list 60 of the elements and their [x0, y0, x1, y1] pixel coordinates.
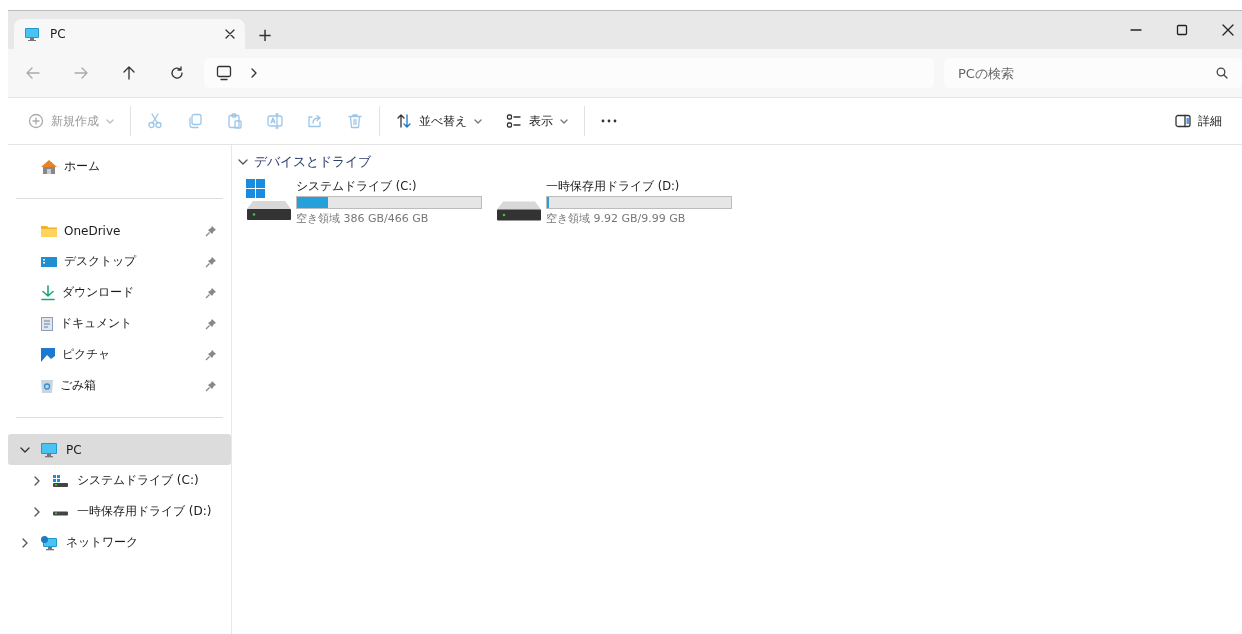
monitor-icon — [24, 26, 40, 42]
view-button[interactable]: 表示 — [494, 106, 580, 136]
recycle-bin-icon — [40, 377, 54, 394]
chevron-right-icon[interactable] — [32, 506, 42, 517]
close-icon[interactable] — [1222, 24, 1234, 36]
item-label: PC — [66, 442, 82, 457]
tab[interactable]: PC — [14, 19, 245, 49]
sidebar-item[interactable]: ドキュメント — [8, 308, 231, 339]
home-icon — [40, 158, 58, 175]
item-label: ドキュメント — [60, 315, 132, 332]
desktop-icon — [40, 255, 58, 268]
document-icon — [40, 315, 54, 332]
drive-name[interactable]: 一時保存用ドライブ (D:) — [546, 179, 732, 194]
drive-icon — [496, 200, 542, 221]
item-label: ホーム — [64, 158, 100, 175]
item-label: ごみ箱 — [60, 377, 96, 394]
chevron-right-icon[interactable] — [32, 475, 42, 486]
monitor-icon — [40, 441, 58, 458]
maximize-icon[interactable] — [1176, 24, 1188, 36]
free-space-text: 空き領域 9.92 GB/9.99 GB — [546, 211, 687, 226]
chevron-right-icon[interactable] — [20, 537, 30, 548]
panel-icon — [1175, 114, 1191, 128]
tree-item[interactable]: 一時保存用ドライブ (D:) — [8, 496, 231, 527]
sort-button[interactable]: 並べ替え — [384, 106, 494, 136]
network-icon — [40, 534, 58, 551]
details-button[interactable]: 詳細 — [1163, 106, 1234, 136]
item-label: OneDrive — [64, 223, 121, 238]
download-icon — [40, 284, 56, 301]
tree-item[interactable]: ネットワーク — [8, 527, 231, 558]
refresh-icon[interactable] — [170, 66, 184, 80]
sidebar-item[interactable]: デスクトップ — [8, 246, 231, 277]
item-label: ネットワーク — [66, 534, 138, 551]
sidebar-item[interactable]: ごみ箱 — [8, 370, 231, 401]
drive-icon — [52, 511, 69, 516]
drive-name[interactable]: システムドライブ (C:) — [296, 179, 482, 194]
new-tab-button[interactable]: + — [245, 19, 285, 49]
search-field[interactable]: PCの検索 — [944, 58, 1242, 88]
item-label: システムドライブ (C:) — [77, 472, 199, 489]
image-icon — [40, 346, 56, 363]
folder-icon — [40, 223, 58, 238]
item-label: ピクチャ — [62, 346, 110, 363]
section-header[interactable]: デバイスとドライブ — [238, 153, 1242, 171]
search-icon[interactable] — [1216, 67, 1228, 79]
item-label: 一時保存用ドライブ (D:) — [77, 503, 212, 520]
chevron-right-icon[interactable] — [250, 68, 258, 78]
sidebar-item[interactable]: OneDrive — [8, 215, 231, 246]
system-drive-icon — [52, 473, 69, 488]
up-arrow-icon[interactable] — [122, 66, 136, 80]
tree-item[interactable]: システムドライブ (C:) — [8, 465, 231, 496]
item-label: デスクトップ — [64, 253, 136, 270]
monitor-icon — [216, 65, 232, 81]
tree-item[interactable]: PC — [8, 434, 231, 465]
sidebar-item[interactable]: ピクチャ — [8, 339, 231, 370]
sidebar-item[interactable]: ダウンロード — [8, 277, 231, 308]
system-drive-icon — [246, 179, 292, 221]
tab-title: PC — [50, 27, 67, 41]
free-space-text: 空き領域 386 GB/466 GB — [296, 211, 430, 226]
sidebar-item[interactable]: ホーム — [8, 151, 231, 182]
item-label: ダウンロード — [62, 284, 134, 301]
close-icon[interactable] — [225, 29, 235, 39]
